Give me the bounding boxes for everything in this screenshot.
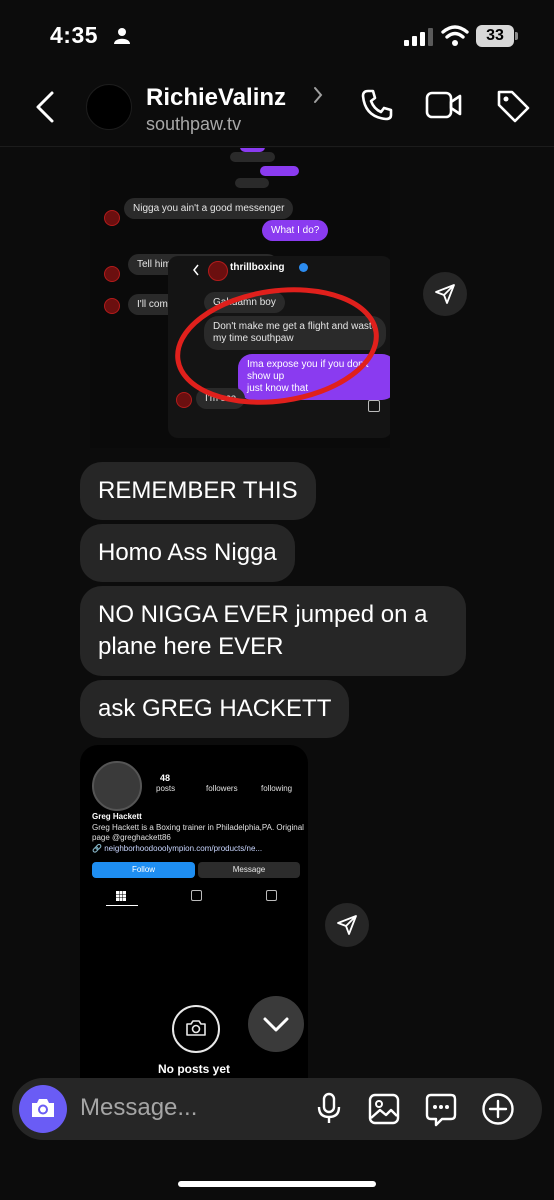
wifi-icon	[441, 25, 469, 46]
back-icon[interactable]	[30, 90, 60, 124]
scroll-down-button[interactable]	[248, 996, 304, 1052]
header-divider	[0, 146, 554, 147]
forward-button[interactable]	[325, 903, 369, 947]
camera-icon	[172, 1005, 220, 1053]
message-bubble[interactable]: ask GREG HACKETT	[80, 680, 350, 738]
avatar[interactable]	[86, 84, 132, 130]
microphone-icon[interactable]	[316, 1092, 342, 1126]
no-posts-text: No posts yet	[157, 1062, 230, 1076]
tab-underline	[106, 905, 138, 906]
signal-icon	[404, 28, 433, 46]
plus-icon[interactable]	[481, 1092, 515, 1126]
following-label: following	[261, 784, 293, 793]
camera-button[interactable]	[19, 1085, 67, 1133]
home-indicator	[178, 1181, 376, 1187]
person-icon	[114, 28, 130, 44]
avatar	[92, 761, 142, 811]
shared-screenshot-1[interactable]: Nigga you ain't a good messenger What I …	[90, 148, 390, 448]
video-icon[interactable]	[425, 88, 463, 122]
follow-button: Follow	[92, 862, 195, 878]
camera-icon	[32, 1099, 54, 1117]
reels-icon	[191, 890, 202, 901]
battery-tip	[515, 32, 518, 40]
red-circle-annotation	[175, 287, 379, 405]
tag-icon[interactable]	[495, 88, 531, 124]
message-bubble[interactable]: Homo Ass Nigga	[80, 524, 295, 582]
send-icon	[337, 915, 357, 935]
grid-icon	[116, 891, 126, 901]
posts-count: 48	[160, 773, 171, 783]
contact-subtitle: southpaw.tv	[146, 114, 242, 134]
profile-name: Greg Hackett	[92, 812, 142, 821]
battery-indicator: 33	[476, 25, 514, 47]
message-input[interactable]: Message...	[80, 1094, 197, 1122]
message-bubble[interactable]: REMEMBER THIS	[80, 462, 316, 520]
message-button: Message	[198, 862, 300, 878]
sticker-icon[interactable]	[424, 1093, 458, 1127]
followers-label: followers	[206, 784, 238, 793]
message-bubble[interactable]: NO NIGGA EVER jumped on a plane here EVE…	[80, 586, 466, 676]
chevron-right-icon[interactable]	[312, 86, 324, 104]
link-text: neighborhoodooolympion.com/products/ne..…	[104, 844, 263, 853]
tagged-icon	[266, 890, 277, 901]
contact-name[interactable]: RichieValinz	[146, 84, 286, 112]
posts-label: posts	[156, 784, 176, 793]
chevron-down-icon	[263, 1017, 289, 1032]
phone-icon[interactable]	[360, 88, 394, 122]
message-line: plane here EVER	[98, 633, 284, 660]
status-time: 4:35	[50, 22, 99, 48]
bio-line: Greg Hackett is a Boxing trainer in Phil…	[92, 823, 304, 832]
bio-line: page @greghackett86	[92, 833, 171, 842]
message-line: NO NIGGA EVER jumped on a	[98, 601, 428, 628]
forward-button[interactable]	[423, 272, 467, 316]
profile-link: 🔗 neighborhoodooolympion.com/products/ne…	[92, 844, 263, 853]
send-icon	[435, 284, 455, 304]
gallery-icon[interactable]	[368, 1093, 400, 1125]
